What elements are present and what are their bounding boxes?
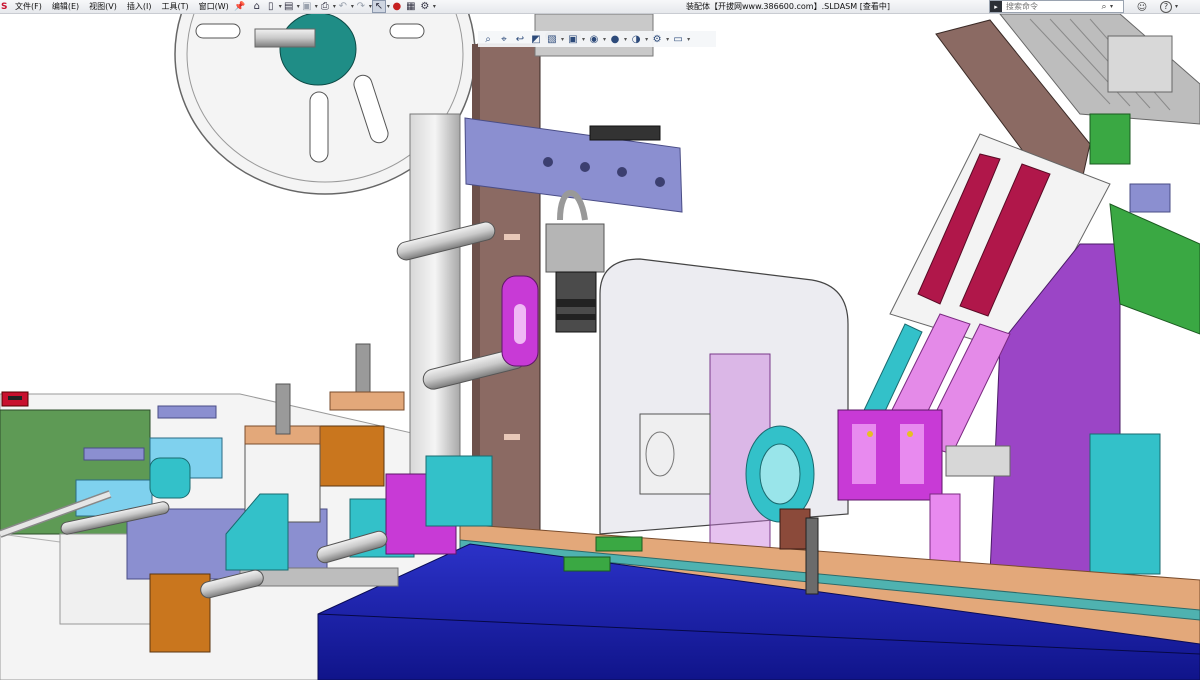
search-commands-box[interactable]: ▸ ⌕ ▾ — [989, 0, 1124, 13]
zoom-to-fit-icon[interactable]: ⌕ — [481, 32, 495, 46]
file-properties-icon[interactable]: ▦ — [404, 0, 418, 13]
home-icon[interactable]: ⌂ — [250, 0, 264, 13]
search-icon[interactable]: ⌕ — [1098, 2, 1110, 12]
reel-slot-1[interactable] — [309, 91, 329, 163]
section-view-icon[interactable]: ◩ — [529, 32, 543, 46]
graphics-area[interactable]: ⌕ ⌖ ↩ ◩ ▧ ▾ ▣ ▾ ◉ ▾ ● ▾ ◑ ▾ ⚙ ▾ ▭ ▾ — [0, 14, 1200, 680]
previous-view-icon[interactable]: ↩ — [513, 32, 527, 46]
select-pointer-icon[interactable]: ↖ — [371, 0, 386, 13]
red-connector-slot[interactable] — [8, 396, 22, 400]
display-style-dropdown-icon[interactable]: ▾ — [582, 36, 585, 43]
search-input[interactable] — [1002, 1, 1098, 12]
gray-top-block-right[interactable] — [1107, 35, 1173, 93]
reel-slot-4[interactable] — [195, 23, 241, 39]
view-orientation-icon[interactable]: ▧ — [545, 32, 559, 46]
teal-side-plate[interactable] — [1089, 433, 1161, 575]
display-dropdown-icon[interactable]: ▾ — [687, 36, 690, 43]
lavender-bar-1[interactable] — [157, 405, 217, 419]
lavender-block-right[interactable] — [1129, 183, 1171, 213]
undo-icon[interactable]: ↶ — [336, 0, 350, 13]
view-orientation-dropdown-icon[interactable]: ▾ — [561, 36, 564, 43]
display-icon[interactable]: ▭ — [671, 32, 685, 46]
help-dropdown-icon[interactable]: ▾ — [1175, 0, 1178, 14]
edit-appearance-dropdown-icon[interactable]: ▾ — [624, 36, 627, 43]
display-style-icon[interactable]: ▣ — [566, 32, 580, 46]
sensor-probe[interactable] — [805, 517, 819, 595]
view-settings-icon[interactable]: ⚙ — [650, 32, 664, 46]
document-title: 装配体【开拔网www.386600.com】.SLDASM [查看中] — [686, 2, 890, 11]
solidworks-logo[interactable]: S — [0, 0, 10, 14]
traffic-light-icon[interactable]: ● — [390, 0, 404, 13]
zoom-area-icon[interactable]: ⌖ — [497, 32, 511, 46]
gray-cylinder-right[interactable] — [945, 445, 1011, 477]
heads-up-view-toolbar: ⌕ ⌖ ↩ ◩ ▧ ▾ ▣ ▾ ◉ ▾ ● ▾ ◑ ▾ ⚙ ▾ ▭ ▾ — [478, 31, 716, 47]
print-icon[interactable]: ⎙ — [318, 0, 332, 13]
search-mode-icon[interactable]: ▸ — [990, 1, 1002, 12]
orange-block-2[interactable] — [317, 425, 385, 487]
view-settings-dropdown-icon[interactable]: ▾ — [666, 36, 669, 43]
green-side-block[interactable] — [1109, 203, 1200, 335]
teal-gear[interactable] — [149, 457, 191, 499]
lavender-bar-2[interactable] — [83, 447, 145, 461]
apply-scene-dropdown-icon[interactable]: ▾ — [645, 36, 648, 43]
menu-item-view[interactable]: 视图(V) — [84, 0, 122, 14]
reel-shaft[interactable] — [254, 28, 316, 48]
menu-item-tools[interactable]: 工具(T) — [156, 0, 193, 14]
new-document-icon[interactable]: ▯ — [264, 0, 278, 13]
upright-slot-2[interactable] — [504, 434, 520, 440]
quick-access-toolbar: ⌂ ▯ ▾ ▤ ▾ ▣ ▾ ⎙ ▾ ↶ ▾ ↷ ▾ ↖ ▾ ● ▦ ⚙ ▾ — [250, 0, 436, 14]
black-bracket[interactable] — [589, 125, 661, 141]
assembly-model[interactable] — [0, 14, 1200, 680]
upright-slot[interactable] — [504, 234, 520, 240]
help-icon[interactable]: ? — [1160, 1, 1172, 13]
hide-show-dropdown-icon[interactable]: ▾ — [603, 36, 606, 43]
search-dropdown-icon[interactable]: ▾ — [1110, 3, 1113, 10]
title-bar: S 文件(F) 编辑(E) 视图(V) 插入(I) 工具(T) 窗口(W) 📌 … — [0, 0, 1200, 14]
hide-show-icon[interactable]: ◉ — [587, 32, 601, 46]
menu-item-file[interactable]: 文件(F) — [10, 0, 47, 14]
menu-item-insert[interactable]: 插入(I) — [122, 0, 157, 14]
green-small-block[interactable] — [1089, 113, 1131, 165]
reel-hub[interactable] — [279, 14, 357, 86]
menu-item-edit[interactable]: 编辑(E) — [47, 0, 84, 14]
teal-bushing-2[interactable] — [425, 455, 493, 527]
user-account-icon[interactable]: ☺ — [1135, 0, 1149, 14]
options-dropdown-icon[interactable]: ▾ — [433, 3, 436, 10]
motor-housing[interactable] — [639, 413, 711, 495]
menu-bar: 文件(F) 编辑(E) 视图(V) 插入(I) 工具(T) 窗口(W) 📌 — [10, 0, 246, 14]
redo-icon[interactable]: ↷ — [354, 0, 368, 13]
tan-cap-2[interactable] — [329, 391, 405, 411]
apply-scene-icon[interactable]: ◑ — [629, 32, 643, 46]
green-clamp-1[interactable] — [595, 536, 643, 552]
orange-block-1[interactable] — [149, 573, 211, 653]
camera-body[interactable] — [545, 223, 605, 273]
edit-appearance-icon[interactable]: ● — [608, 32, 622, 46]
steel-column[interactable] — [409, 113, 461, 495]
pin-icon[interactable]: 📌 — [234, 0, 246, 14]
green-clamp-2[interactable] — [563, 556, 611, 572]
options-gear-icon[interactable]: ⚙ — [418, 0, 432, 13]
save-icon[interactable]: ▣ — [300, 0, 314, 13]
reel-slot-3[interactable] — [389, 23, 425, 39]
menu-item-window[interactable]: 窗口(W) — [194, 0, 234, 14]
slide-post-1[interactable] — [275, 383, 291, 435]
open-icon[interactable]: ▤ — [282, 0, 296, 13]
